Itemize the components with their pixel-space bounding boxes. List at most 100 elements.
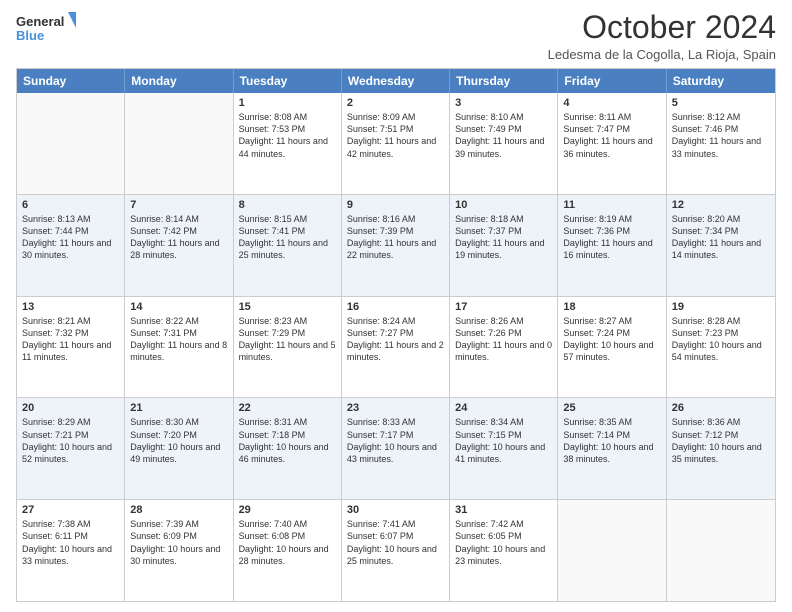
cell-detail: Sunrise: 7:40 AM Sunset: 6:08 PM Dayligh… [239,518,336,567]
logo: General Blue [16,10,76,46]
cal-cell-day-29: 29 Sunrise: 7:40 AM Sunset: 6:08 PM Dayli… [234,500,342,601]
cell-detail: Sunrise: 8:31 AM Sunset: 7:18 PM Dayligh… [239,416,336,465]
cal-cell-day-22: 22 Sunrise: 8:31 AM Sunset: 7:18 PM Dayli… [234,398,342,499]
day-number: 31 [455,504,552,516]
cal-cell-day-2: 2 Sunrise: 8:09 AM Sunset: 7:51 PM Daylig… [342,93,450,194]
day-number: 10 [455,199,552,211]
cell-detail: Sunrise: 8:12 AM Sunset: 7:46 PM Dayligh… [672,111,770,160]
day-number: 14 [130,301,227,313]
day-number: 22 [239,402,336,414]
cal-row-5: 27Sunrise: 7:38 AM Sunset: 6:11 PM Dayli… [17,499,775,601]
cal-header-wednesday: Wednesday [342,69,450,93]
cell-detail: Sunrise: 8:34 AM Sunset: 7:15 PM Dayligh… [455,416,552,465]
cal-header-saturday: Saturday [667,69,775,93]
cal-cell-day-25: 25 Sunrise: 8:35 AM Sunset: 7:14 PM Dayli… [558,398,666,499]
cal-cell-empty [17,93,125,194]
cal-cell-day-9: 9Sunrise: 8:16 AM Sunset: 7:39 PM Daylig… [342,195,450,296]
cell-detail: Sunrise: 8:20 AM Sunset: 7:34 PM Dayligh… [672,213,770,262]
cal-header-tuesday: Tuesday [234,69,342,93]
cal-cell-day-27: 27Sunrise: 7:38 AM Sunset: 6:11 PM Dayli… [17,500,125,601]
cal-cell-day-8: 8 Sunrise: 8:15 AM Sunset: 7:41 PM Daylig… [234,195,342,296]
cal-cell-day-11: 11 Sunrise: 8:19 AM Sunset: 7:36 PM Dayli… [558,195,666,296]
cell-detail: Sunrise: 8:27 AM Sunset: 7:24 PM Dayligh… [563,315,660,364]
cal-header-thursday: Thursday [450,69,558,93]
cal-cell-day-6: 6Sunrise: 8:13 AM Sunset: 7:44 PM Daylig… [17,195,125,296]
cal-cell-day-19: 19 Sunrise: 8:28 AM Sunset: 7:23 PM Dayli… [667,297,775,398]
day-number: 19 [672,301,770,313]
cal-cell-day-20: 20 Sunrise: 8:29 AM Sunset: 7:21 PM Dayli… [17,398,125,499]
calendar-header: SundayMondayTuesdayWednesdayThursdayFrid… [17,69,775,93]
day-number: 12 [672,199,770,211]
day-number: 17 [455,301,552,313]
day-number: 26 [672,402,770,414]
cal-cell-day-21: 21Sunrise: 8:30 AM Sunset: 7:20 PM Dayli… [125,398,233,499]
month-title: October 2024 [548,10,776,45]
day-number: 5 [672,97,770,109]
calendar-body: 1Sunrise: 8:08 AM Sunset: 7:53 PM Daylig… [17,93,775,601]
day-number: 4 [563,97,660,109]
cal-header-sunday: Sunday [17,69,125,93]
cell-detail: Sunrise: 8:23 AM Sunset: 7:29 PM Dayligh… [239,315,336,364]
cell-detail: Sunrise: 8:14 AM Sunset: 7:42 PM Dayligh… [130,213,227,262]
cell-detail: Sunrise: 7:41 AM Sunset: 6:07 PM Dayligh… [347,518,444,567]
cell-detail: Sunrise: 8:08 AM Sunset: 7:53 PM Dayligh… [239,111,336,160]
cell-detail: Sunrise: 8:24 AM Sunset: 7:27 PM Dayligh… [347,315,444,364]
day-number: 2 [347,97,444,109]
cal-cell-day-4: 4 Sunrise: 8:11 AM Sunset: 7:47 PM Daylig… [558,93,666,194]
cal-cell-day-30: 30 Sunrise: 7:41 AM Sunset: 6:07 PM Dayli… [342,500,450,601]
cell-detail: Sunrise: 8:28 AM Sunset: 7:23 PM Dayligh… [672,315,770,364]
cell-detail: Sunrise: 8:29 AM Sunset: 7:21 PM Dayligh… [22,416,119,465]
cal-cell-day-1: 1Sunrise: 8:08 AM Sunset: 7:53 PM Daylig… [234,93,342,194]
cell-detail: Sunrise: 8:10 AM Sunset: 7:49 PM Dayligh… [455,111,552,160]
cell-detail: Sunrise: 8:19 AM Sunset: 7:36 PM Dayligh… [563,213,660,262]
svg-text:General: General [16,14,64,29]
day-number: 24 [455,402,552,414]
cal-header-monday: Monday [125,69,233,93]
cell-detail: Sunrise: 8:30 AM Sunset: 7:20 PM Dayligh… [130,416,227,465]
cal-cell-day-23: 23Sunrise: 8:33 AM Sunset: 7:17 PM Dayli… [342,398,450,499]
day-number: 9 [347,199,444,211]
day-number: 8 [239,199,336,211]
cell-detail: Sunrise: 8:21 AM Sunset: 7:32 PM Dayligh… [22,315,119,364]
day-number: 20 [22,402,119,414]
day-number: 15 [239,301,336,313]
cell-detail: Sunrise: 7:39 AM Sunset: 6:09 PM Dayligh… [130,518,227,567]
logo-svg: General Blue [16,10,76,46]
cal-row-2: 6Sunrise: 8:13 AM Sunset: 7:44 PM Daylig… [17,194,775,296]
day-number: 29 [239,504,336,516]
cell-detail: Sunrise: 8:22 AM Sunset: 7:31 PM Dayligh… [130,315,227,364]
cell-detail: Sunrise: 8:36 AM Sunset: 7:12 PM Dayligh… [672,416,770,465]
cal-cell-day-7: 7 Sunrise: 8:14 AM Sunset: 7:42 PM Daylig… [125,195,233,296]
cal-row-3: 13Sunrise: 8:21 AM Sunset: 7:32 PM Dayli… [17,296,775,398]
cal-cell-day-24: 24 Sunrise: 8:34 AM Sunset: 7:15 PM Dayli… [450,398,558,499]
page: General Blue October 2024 Ledesma de la … [0,0,792,612]
cal-cell-day-16: 16Sunrise: 8:24 AM Sunset: 7:27 PM Dayli… [342,297,450,398]
cal-cell-day-3: 3Sunrise: 8:10 AM Sunset: 7:49 PM Daylig… [450,93,558,194]
cal-cell-empty [667,500,775,601]
location: Ledesma de la Cogolla, La Rioja, Spain [548,47,776,62]
header: General Blue October 2024 Ledesma de la … [16,10,776,62]
cal-cell-day-13: 13Sunrise: 8:21 AM Sunset: 7:32 PM Dayli… [17,297,125,398]
day-number: 7 [130,199,227,211]
cell-detail: Sunrise: 8:33 AM Sunset: 7:17 PM Dayligh… [347,416,444,465]
cell-detail: Sunrise: 8:26 AM Sunset: 7:26 PM Dayligh… [455,315,552,364]
day-number: 30 [347,504,444,516]
day-number: 25 [563,402,660,414]
cell-detail: Sunrise: 7:38 AM Sunset: 6:11 PM Dayligh… [22,518,119,567]
cell-detail: Sunrise: 8:11 AM Sunset: 7:47 PM Dayligh… [563,111,660,160]
svg-text:Blue: Blue [16,28,44,43]
cell-detail: Sunrise: 8:35 AM Sunset: 7:14 PM Dayligh… [563,416,660,465]
cal-cell-day-18: 18 Sunrise: 8:27 AM Sunset: 7:24 PM Dayli… [558,297,666,398]
cal-cell-day-26: 26 Sunrise: 8:36 AM Sunset: 7:12 PM Dayli… [667,398,775,499]
cal-cell-day-28: 28Sunrise: 7:39 AM Sunset: 6:09 PM Dayli… [125,500,233,601]
cell-detail: Sunrise: 8:13 AM Sunset: 7:44 PM Dayligh… [22,213,119,262]
cal-row-1: 1Sunrise: 8:08 AM Sunset: 7:53 PM Daylig… [17,93,775,194]
cal-header-friday: Friday [558,69,666,93]
cal-cell-day-31: 31 Sunrise: 7:42 AM Sunset: 6:05 PM Dayli… [450,500,558,601]
cell-detail: Sunrise: 8:09 AM Sunset: 7:51 PM Dayligh… [347,111,444,160]
day-number: 18 [563,301,660,313]
day-number: 11 [563,199,660,211]
cell-detail: Sunrise: 7:42 AM Sunset: 6:05 PM Dayligh… [455,518,552,567]
cell-detail: Sunrise: 8:15 AM Sunset: 7:41 PM Dayligh… [239,213,336,262]
title-block: October 2024 Ledesma de la Cogolla, La R… [548,10,776,62]
